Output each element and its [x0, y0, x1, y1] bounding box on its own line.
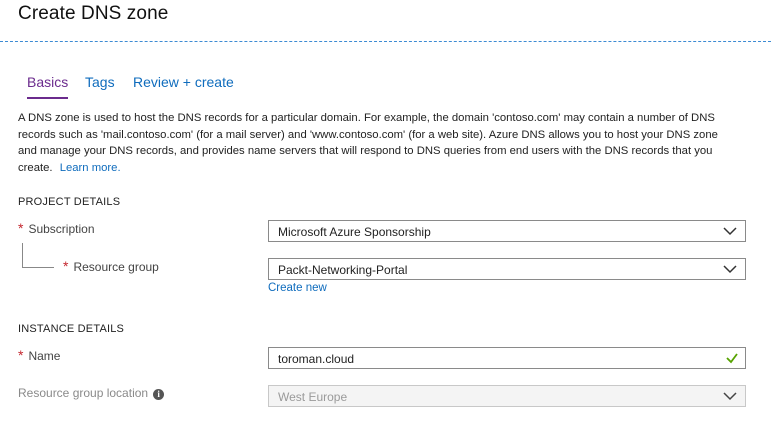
subscription-label: * Subscription [18, 220, 95, 236]
location-dropdown: West Europe [268, 385, 746, 407]
resource-group-dropdown[interactable]: Packt-Networking-Portal [268, 258, 746, 280]
info-icon[interactable]: i [153, 389, 165, 400]
location-value: West Europe [278, 390, 348, 404]
project-details-heading: PROJECT DETAILS [18, 196, 121, 208]
name-input[interactable]: toroman.cloud [268, 347, 746, 369]
name-label-text: Name [28, 349, 61, 363]
resource-group-label-text: Resource group [73, 260, 159, 274]
required-marker: * [18, 347, 24, 363]
checkmark-icon [726, 353, 738, 364]
resource-group-label: * Resource group [63, 258, 159, 274]
location-label: Resource group location i [18, 386, 165, 400]
create-new-link[interactable]: Create new [268, 282, 327, 294]
tree-connector-horizontal [22, 267, 54, 268]
tree-connector-vertical [22, 243, 23, 267]
page-title: Create DNS zone [18, 3, 169, 24]
chevron-down-icon [723, 227, 737, 236]
required-marker: * [63, 258, 69, 274]
chevron-down-icon [723, 392, 737, 401]
learn-more-link[interactable]: Learn more. [60, 162, 121, 174]
subscription-value: Microsoft Azure Sponsorship [278, 225, 431, 239]
subscription-label-text: Subscription [28, 222, 95, 236]
required-marker: * [18, 220, 24, 236]
description: A DNS zone is used to host the DNS recor… [18, 110, 738, 176]
resource-group-value: Packt-Networking-Portal [278, 263, 408, 277]
subscription-dropdown[interactable]: Microsoft Azure Sponsorship [268, 220, 746, 242]
name-label: * Name [18, 347, 60, 363]
tab-basics[interactable]: Basics [27, 74, 69, 99]
instance-details-heading: INSTANCE DETAILS [18, 323, 125, 335]
description-text: A DNS zone is used to host the DNS recor… [18, 112, 718, 174]
location-label-text: Resource group location [18, 386, 149, 400]
chevron-down-icon [723, 265, 737, 274]
tab-tags[interactable]: Tags [85, 74, 115, 97]
name-value: toroman.cloud [278, 352, 355, 366]
header-divider [0, 41, 771, 42]
tab-review-create[interactable]: Review + create [133, 74, 234, 97]
